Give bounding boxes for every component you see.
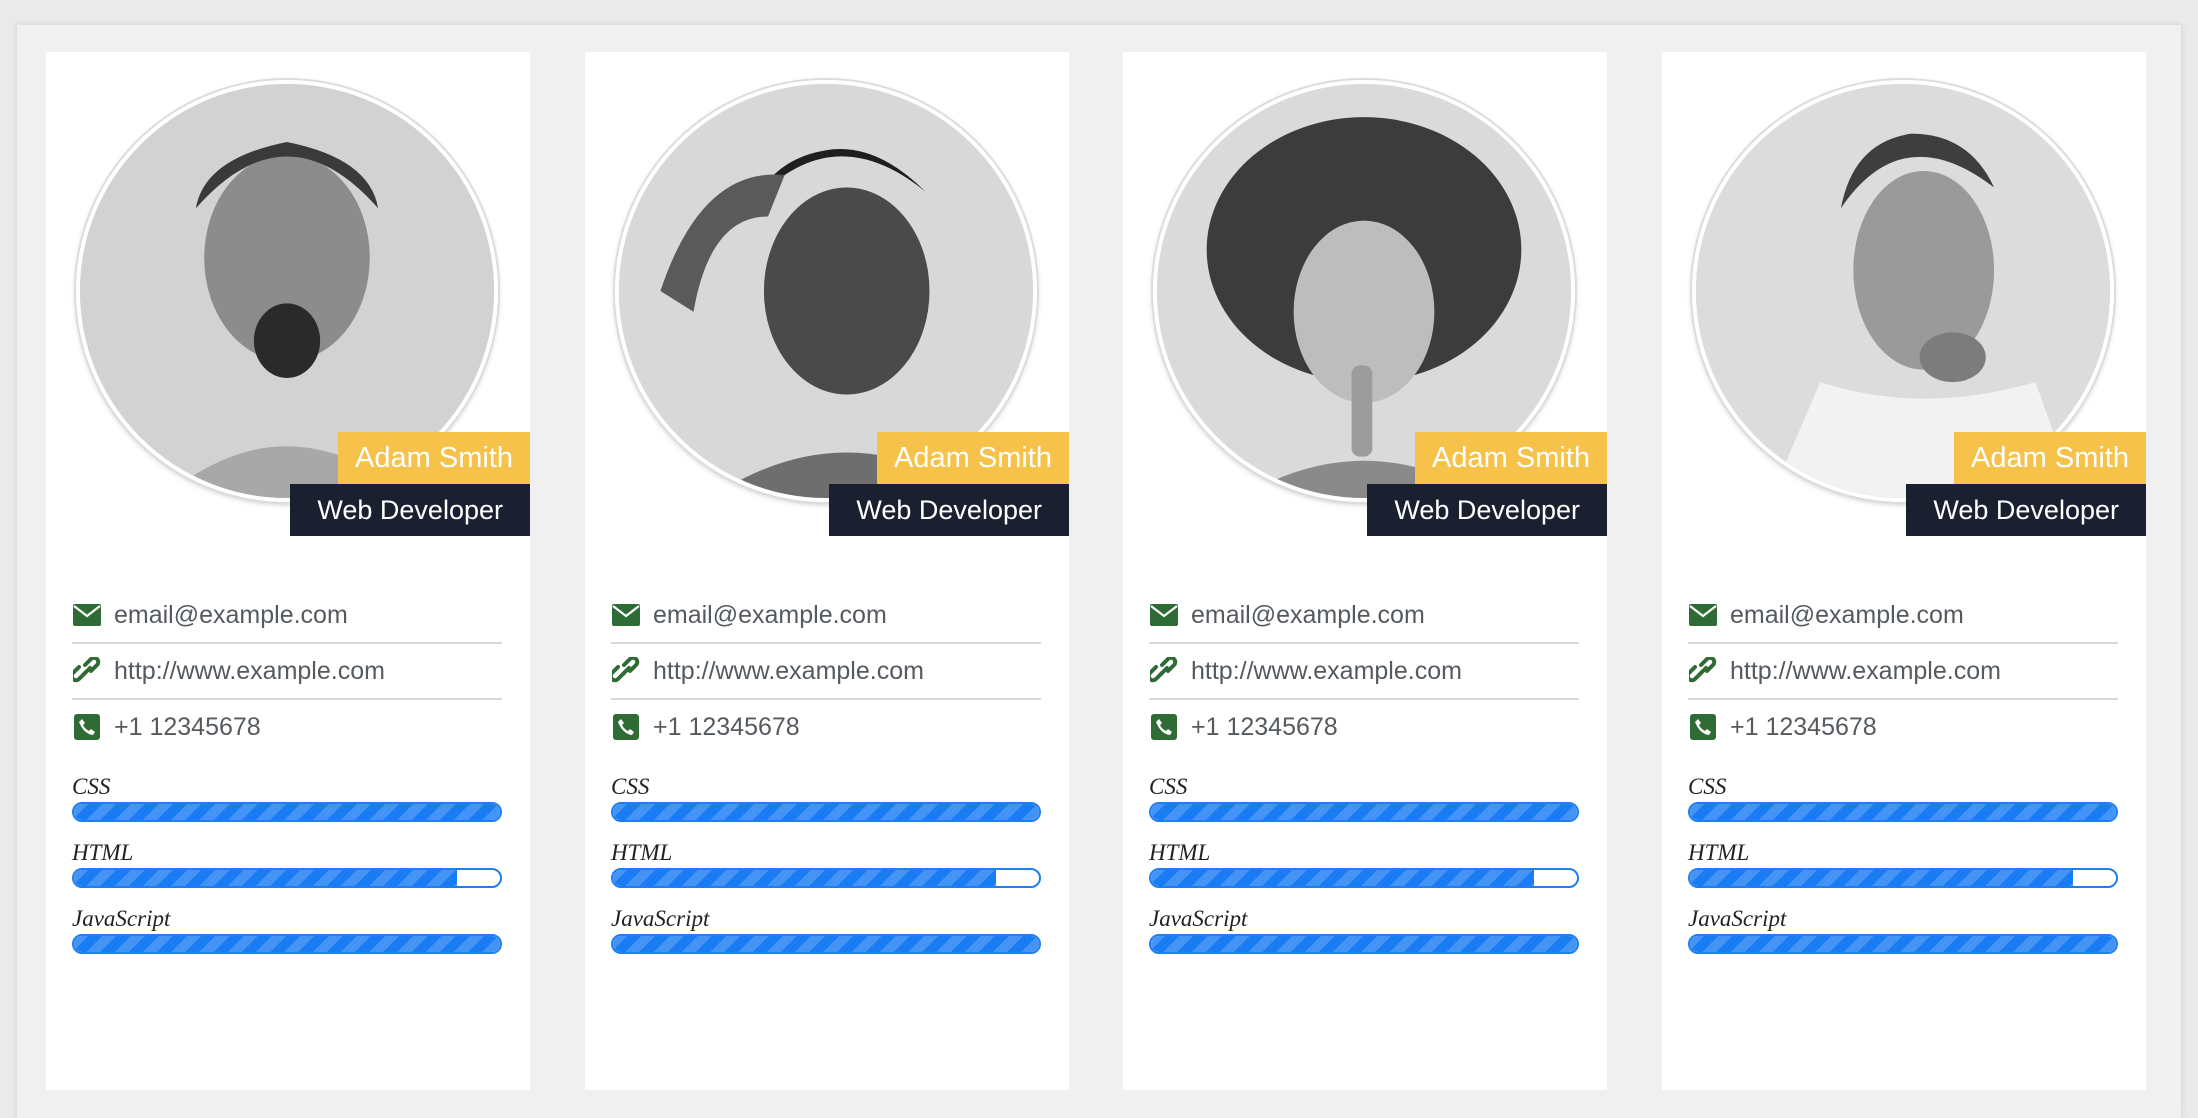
website-row[interactable]: http://www.example.com [72, 644, 502, 700]
role-tag: Web Developer [1367, 484, 1607, 536]
skill-progress-bar [1688, 802, 2118, 822]
phone-row[interactable]: +1 12345678 [1688, 700, 2118, 754]
skill-progress-bar [72, 934, 502, 954]
skill-progress-bar [1688, 868, 2118, 888]
profile-card: Adam Smith Web Developer email@example.c… [585, 52, 1069, 1090]
role-tag: Web Developer [829, 484, 1069, 536]
skill-progress-bar [1149, 868, 1579, 888]
skill-label: HTML [611, 840, 673, 865]
skill-progress-fill [1690, 936, 2116, 952]
name-tag: Adam Smith [1415, 432, 1607, 484]
skill-progress-fill [1690, 870, 2074, 886]
skill-progress-bar [1149, 934, 1579, 954]
website-text[interactable]: http://www.example.com [653, 657, 924, 686]
website-row[interactable]: http://www.example.com [1688, 644, 2118, 700]
email-row[interactable]: email@example.com [1688, 588, 2118, 644]
skill-progress-bar [1688, 934, 2118, 954]
skill-progress-fill [613, 804, 1039, 820]
skill-progress-fill [74, 870, 458, 886]
link-icon [1149, 656, 1179, 686]
phone-icon [1688, 712, 1718, 742]
email-text[interactable]: email@example.com [114, 601, 348, 630]
skill-label: HTML [72, 840, 134, 865]
profile-cards-page: Adam Smith Web Developer email@example.c… [17, 25, 2181, 1118]
phone-icon [1149, 712, 1179, 742]
skill-progress-fill [613, 936, 1039, 952]
email-text[interactable]: email@example.com [653, 601, 887, 630]
phone-icon [611, 712, 641, 742]
skill-progress-bar [611, 934, 1041, 954]
name-tag: Adam Smith [877, 432, 1069, 484]
phone-row[interactable]: +1 12345678 [611, 700, 1041, 754]
phone-text[interactable]: +1 12345678 [653, 713, 800, 742]
skill-label: JavaScript [611, 906, 710, 931]
contact-list: email@example.com http://www.example.com… [1688, 588, 2118, 754]
skill-label: CSS [611, 774, 650, 799]
skill-progress-fill [74, 936, 500, 952]
envelope-icon [1149, 600, 1179, 630]
envelope-icon [72, 600, 102, 630]
skill-progress-bar [1149, 802, 1579, 822]
skill-progress-fill [613, 870, 997, 886]
skill-label: JavaScript [72, 906, 171, 931]
skill-progress-bar [611, 802, 1041, 822]
envelope-icon [611, 600, 641, 630]
skill-label: CSS [1688, 774, 1727, 799]
email-text[interactable]: email@example.com [1191, 601, 1425, 630]
website-text[interactable]: http://www.example.com [1191, 657, 1462, 686]
skill-progress-fill [1151, 936, 1577, 952]
phone-text[interactable]: +1 12345678 [1730, 713, 1877, 742]
skill-progress-bar [611, 868, 1041, 888]
skill-label: HTML [1688, 840, 1750, 865]
skill-progress-fill [1151, 804, 1577, 820]
phone-row[interactable]: +1 12345678 [72, 700, 502, 754]
skill-progress-fill [1690, 804, 2116, 820]
role-tag: Web Developer [1906, 484, 2146, 536]
phone-text[interactable]: +1 12345678 [1191, 713, 1338, 742]
email-text[interactable]: email@example.com [1730, 601, 1964, 630]
skill-progress-fill [1151, 870, 1535, 886]
skill-label: HTML [1149, 840, 1211, 865]
email-row[interactable]: email@example.com [611, 588, 1041, 644]
contact-list: email@example.com http://www.example.com… [611, 588, 1041, 754]
skills-list: CSS HTML JavaScript [72, 772, 502, 970]
skill-label: JavaScript [1149, 906, 1248, 931]
skill-label: CSS [72, 774, 111, 799]
phone-icon [72, 712, 102, 742]
profile-card: Adam Smith Web Developer email@example.c… [46, 52, 530, 1090]
email-row[interactable]: email@example.com [72, 588, 502, 644]
website-row[interactable]: http://www.example.com [1149, 644, 1579, 700]
contact-list: email@example.com http://www.example.com… [1149, 588, 1579, 754]
profile-card: Adam Smith Web Developer email@example.c… [1123, 52, 1607, 1090]
profile-card: Adam Smith Web Developer email@example.c… [1662, 52, 2146, 1090]
website-row[interactable]: http://www.example.com [611, 644, 1041, 700]
email-row[interactable]: email@example.com [1149, 588, 1579, 644]
skills-list: CSS HTML JavaScript [1149, 772, 1579, 970]
phone-row[interactable]: +1 12345678 [1149, 700, 1579, 754]
website-text[interactable]: http://www.example.com [1730, 657, 2001, 686]
link-icon [1688, 656, 1718, 686]
skills-list: CSS HTML JavaScript [611, 772, 1041, 970]
name-tag: Adam Smith [338, 432, 530, 484]
link-icon [611, 656, 641, 686]
website-text[interactable]: http://www.example.com [114, 657, 385, 686]
skill-progress-fill [74, 804, 500, 820]
phone-text[interactable]: +1 12345678 [114, 713, 261, 742]
link-icon [72, 656, 102, 686]
contact-list: email@example.com http://www.example.com… [72, 588, 502, 754]
name-tag: Adam Smith [1954, 432, 2146, 484]
envelope-icon [1688, 600, 1718, 630]
skill-progress-bar [72, 802, 502, 822]
skills-list: CSS HTML JavaScript [1688, 772, 2118, 970]
skill-label: CSS [1149, 774, 1188, 799]
skill-label: JavaScript [1688, 906, 1787, 931]
role-tag: Web Developer [290, 484, 530, 536]
skill-progress-bar [72, 868, 502, 888]
